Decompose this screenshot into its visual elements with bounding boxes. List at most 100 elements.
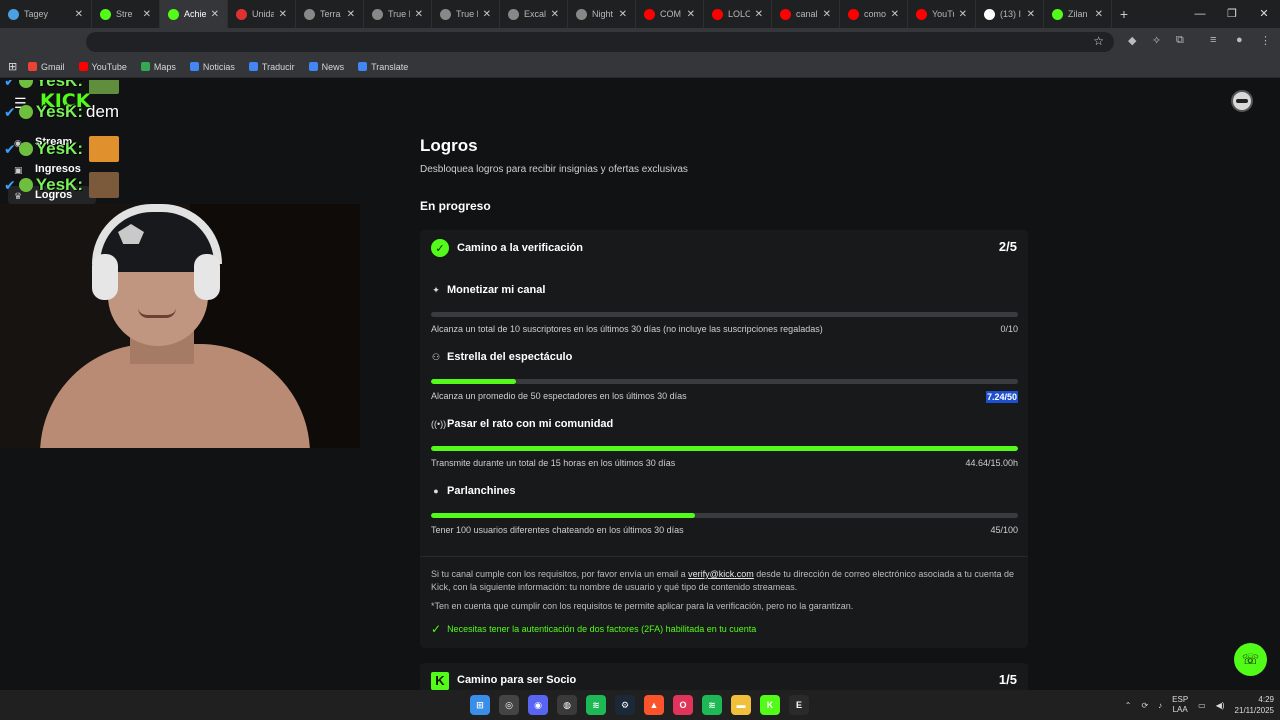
- tab-label: Tagey: [24, 9, 49, 19]
- close-tab-icon[interactable]: ✕: [687, 9, 695, 20]
- progress-bar: [431, 312, 1018, 317]
- kick-dashboard-page: ☰ KICK ◉ Stream ▣ Ingresos ♛ Logros Logr…: [0, 80, 1280, 690]
- brave-icon[interactable]: ▲: [644, 695, 664, 715]
- browser-tab[interactable]: Night ✕: [568, 0, 636, 28]
- bookmark-item[interactable]: YouTube: [78, 62, 127, 72]
- clock[interactable]: 4:29 21/11/2025: [1235, 694, 1274, 716]
- network-icon[interactable]: ▭: [1198, 701, 1206, 710]
- system-tray: ⌃ ⟳ ♪ ESP LAA ▭ ◀) 4:29 21/11/2025: [1125, 690, 1274, 720]
- steelseries-icon[interactable]: ◎: [499, 695, 519, 715]
- discord-icon[interactable]: ◉: [528, 695, 548, 715]
- favicon-icon: [168, 8, 179, 20]
- close-tab-icon[interactable]: ✕: [1027, 9, 1035, 20]
- browser-tab[interactable]: como ✕: [840, 0, 908, 28]
- close-tab-icon[interactable]: ✕: [415, 9, 423, 20]
- close-tab-icon[interactable]: ✕: [755, 9, 763, 20]
- favicon-icon: [712, 8, 723, 20]
- tab-label: Stre: [116, 9, 133, 19]
- puzzle-icon[interactable]: ⧉: [1176, 34, 1184, 47]
- steam-icon[interactable]: ⚙: [615, 695, 635, 715]
- help-chat-button[interactable]: ☏: [1234, 643, 1267, 676]
- spotify-icon[interactable]: ≋: [586, 695, 606, 715]
- browser-tab[interactable]: canal ✕: [772, 0, 840, 28]
- verified-badge-icon: ✓: [431, 239, 449, 257]
- browser-tab[interactable]: Stre ✕: [92, 0, 160, 28]
- user-badge-icon: [18, 80, 33, 88]
- tab-label: como: [864, 9, 886, 19]
- menu-kebab-icon[interactable]: ⋮: [1260, 34, 1271, 47]
- task-description: Tener 100 usuarios diferentes chateando …: [431, 525, 684, 535]
- favicon-icon: [100, 8, 111, 20]
- minimize-button[interactable]: —: [1184, 0, 1216, 28]
- close-tab-icon[interactable]: ✕: [891, 9, 899, 20]
- webcam-overlay: [0, 204, 360, 448]
- chrome-icon[interactable]: ◍: [557, 695, 577, 715]
- extension-2-icon[interactable]: ✧: [1152, 34, 1161, 47]
- verified-check-icon: ✔: [4, 80, 16, 89]
- emote-icon: [88, 80, 119, 94]
- browser-tab[interactable]: True N ✕: [364, 0, 432, 28]
- maximize-button[interactable]: ❐: [1216, 0, 1248, 28]
- close-tab-icon[interactable]: ✕: [1095, 9, 1103, 20]
- browser-tab[interactable]: (13) I ✕: [976, 0, 1044, 28]
- tab-label: LOLO: [728, 9, 750, 19]
- bookmark-star-icon[interactable]: ☆: [1093, 34, 1104, 48]
- close-tab-icon[interactable]: ✕: [347, 9, 355, 20]
- browser-tab[interactable]: Zilan ✕: [1044, 0, 1112, 28]
- close-tab-icon[interactable]: ✕: [619, 9, 627, 20]
- start-icon[interactable]: ⊞: [470, 695, 490, 715]
- browser-tab[interactable]: True E ✕: [432, 0, 500, 28]
- sync-icon[interactable]: ⟳: [1141, 701, 1148, 710]
- browser-tab[interactable]: Tagey ✕: [0, 0, 92, 28]
- verified-check-icon: ✔: [4, 103, 16, 120]
- address-bar[interactable]: ☆: [86, 32, 1114, 52]
- browser-tab[interactable]: Terra ✕: [296, 0, 364, 28]
- browser-tab[interactable]: Unida ✕: [228, 0, 296, 28]
- browser-tab[interactable]: COM ✕: [636, 0, 704, 28]
- profile-icon[interactable]: ●: [1236, 34, 1243, 46]
- chat-message: ✔ YesK:: [4, 80, 119, 94]
- apps-grid-icon[interactable]: ⊞: [8, 60, 17, 73]
- browser-tab[interactable]: YouTu ✕: [908, 0, 976, 28]
- bookmark-item[interactable]: Translate: [358, 62, 408, 72]
- task-description: Alcanza un total de 10 suscriptores en l…: [431, 324, 823, 334]
- close-tab-icon[interactable]: ✕: [959, 9, 967, 20]
- microphone-icon[interactable]: ♪: [1158, 701, 1162, 710]
- bookmark-item[interactable]: Traducir: [248, 62, 295, 72]
- user-avatar[interactable]: [1231, 90, 1253, 112]
- close-tab-icon[interactable]: ✕: [75, 9, 83, 20]
- bookmark-item[interactable]: Gmail: [28, 62, 65, 72]
- task-description: Transmite durante un total de 15 horas e…: [431, 458, 676, 468]
- kick-icon[interactable]: K: [760, 695, 780, 715]
- volume-icon[interactable]: ◀): [1216, 701, 1225, 710]
- opera-icon[interactable]: O: [673, 695, 693, 715]
- close-tab-icon[interactable]: ✕: [143, 9, 151, 20]
- extension-icon[interactable]: ◆: [1128, 34, 1136, 47]
- folder-icon[interactable]: ▬: [731, 695, 751, 715]
- verification-disclaimer: *Ten en cuenta que cumplir con los requi…: [431, 601, 854, 611]
- bookmark-item[interactable]: Noticias: [189, 62, 235, 72]
- close-tab-icon[interactable]: ✕: [483, 9, 491, 20]
- spotify-2-icon[interactable]: ≋: [702, 695, 722, 715]
- close-tab-icon[interactable]: ✕: [823, 9, 831, 20]
- language-indicator[interactable]: ESP LAA: [1172, 695, 1188, 715]
- close-tab-icon[interactable]: ✕: [279, 9, 287, 20]
- close-tab-icon[interactable]: ✕: [551, 9, 559, 20]
- bookmark-item[interactable]: Maps: [140, 62, 176, 72]
- task-progress-value: 7.24/50: [985, 391, 1018, 403]
- bookmark-favicon-icon: [78, 62, 88, 71]
- task-title: Parlanchines: [447, 485, 516, 497]
- browser-tab[interactable]: LOLO ✕: [704, 0, 772, 28]
- chat-username: YesK:: [35, 102, 83, 121]
- new-tab-button[interactable]: +: [1112, 6, 1136, 22]
- close-window-button[interactable]: ✕: [1248, 0, 1280, 28]
- chevron-up-icon[interactable]: ⌃: [1125, 701, 1132, 710]
- browser-tab[interactable]: Achie ✕: [160, 0, 228, 28]
- browser-tab[interactable]: Excalil ✕: [500, 0, 568, 28]
- media-icon[interactable]: ≡: [1210, 34, 1216, 46]
- close-tab-icon[interactable]: ✕: [211, 9, 219, 20]
- bookmark-item[interactable]: News: [308, 62, 344, 72]
- epic-icon[interactable]: E: [789, 695, 809, 715]
- task-title: Monetizar mi canal: [447, 284, 546, 296]
- verify-email-link[interactable]: verify@kick.com: [688, 569, 754, 579]
